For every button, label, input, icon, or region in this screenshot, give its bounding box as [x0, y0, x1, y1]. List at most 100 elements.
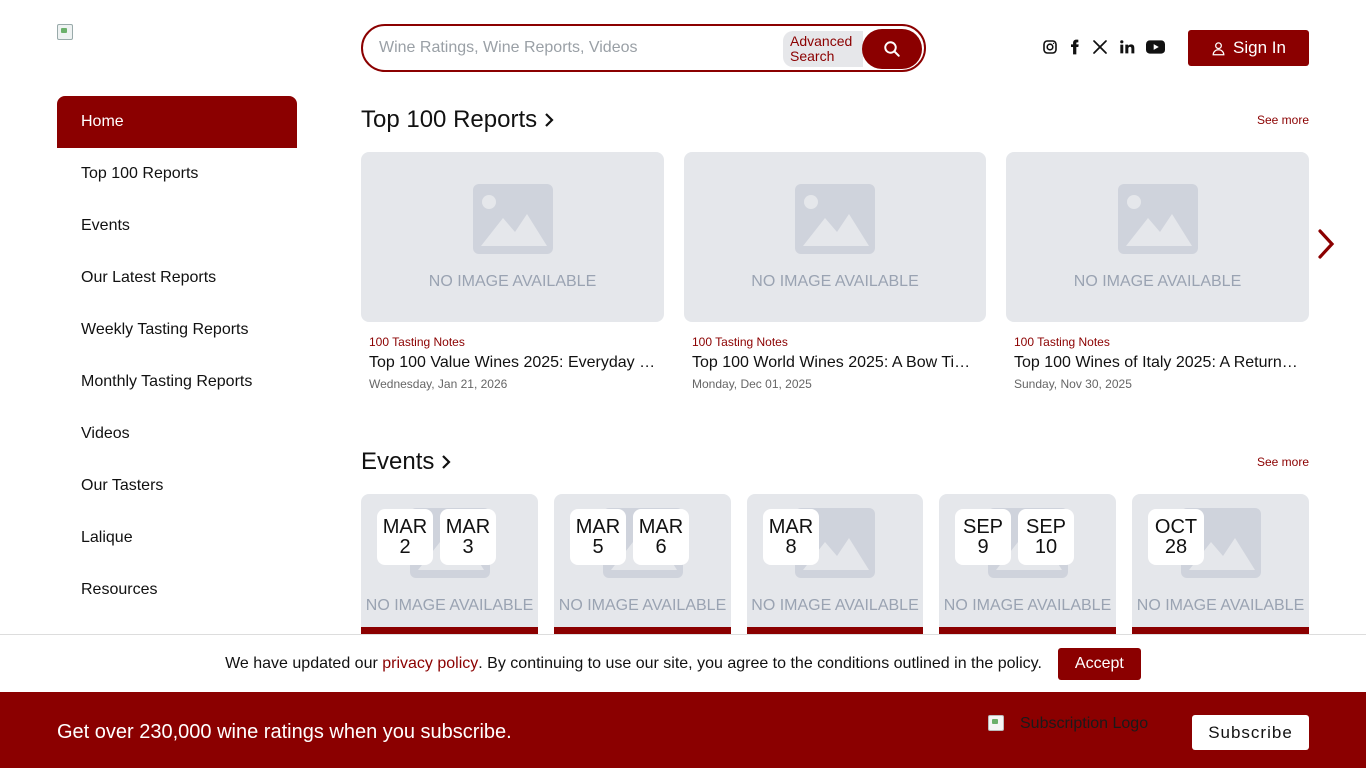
accept-cookies-button[interactable]: Accept — [1057, 647, 1141, 680]
date-month: MAR — [575, 516, 621, 538]
top-100-section-title[interactable]: Top 100 Reports — [361, 106, 555, 134]
date-day: 6 — [655, 536, 667, 558]
no-image-text: NO IMAGE AVAILABLE — [751, 273, 919, 290]
cookie-text-before: We have updated our — [225, 654, 383, 672]
cookie-text-after: . By continuing to use our site, you agr… — [478, 654, 1042, 672]
section-title-text: Events — [361, 448, 435, 475]
sidebar-item-label: Videos — [81, 425, 130, 442]
cookie-consent-bar: We have updated our privacy policy . By … — [0, 634, 1366, 692]
no-image-text: NO IMAGE AVAILABLE — [943, 597, 1112, 614]
date-day: 2 — [399, 536, 411, 558]
report-card[interactable]: NO IMAGE AVAILABLE 100 Tasting Notes Top… — [361, 152, 664, 391]
search-bar: Advanced Search — [361, 24, 926, 72]
sidebar-item-label: Our Latest Reports — [81, 269, 217, 286]
date-month: OCT — [1154, 516, 1198, 538]
image-placeholder-icon — [472, 184, 553, 254]
sidebar-item-weekly-tasting-reports[interactable]: Weekly Tasting Reports — [57, 304, 297, 356]
broken-image-icon — [57, 24, 73, 40]
event-card[interactable]: NO IMAGE AVAILABLE MAR 2 MAR 3 — [361, 494, 538, 639]
date-month: MAR — [638, 516, 684, 538]
broken-image-icon — [988, 715, 1004, 731]
sidebar-nav: Home Top 100 Reports Events Our Latest R… — [57, 96, 297, 616]
instagram-icon — [1043, 40, 1057, 54]
search-icon — [884, 41, 900, 57]
sidebar-item-latest-reports[interactable]: Our Latest Reports — [57, 252, 297, 304]
image-placeholder-icon — [795, 184, 875, 254]
date-month: SEP — [962, 516, 1004, 538]
sidebar-item-label: Our Tasters — [81, 477, 164, 494]
sidebar-item-resources[interactable]: Resources — [57, 564, 297, 616]
date-day: 9 — [977, 536, 989, 558]
no-image-text: NO IMAGE AVAILABLE — [1136, 597, 1305, 614]
sidebar-item-label: Monthly Tasting Reports — [81, 373, 253, 390]
subscribe-button[interactable]: Subscribe — [1192, 715, 1309, 750]
no-image-text: NO IMAGE AVAILABLE — [558, 597, 727, 614]
date-day: 5 — [592, 536, 604, 558]
carousel-next-button[interactable] — [1314, 228, 1338, 260]
site-logo[interactable] — [57, 24, 75, 42]
date-month: SEP — [1025, 516, 1067, 538]
date-day: 28 — [1164, 536, 1188, 558]
instagram-link[interactable] — [1041, 38, 1059, 56]
sidebar-item-label: Weekly Tasting Reports — [81, 321, 249, 338]
search-button[interactable] — [862, 29, 922, 69]
sign-in-button[interactable]: Sign In — [1188, 30, 1309, 66]
date-chip: MAR 2 — [377, 509, 433, 565]
image-placeholder: NO IMAGE AVAILABLE — [361, 152, 664, 322]
date-month: MAR — [382, 516, 428, 538]
date-month: MAR — [445, 516, 491, 538]
image-placeholder: NO IMAGE AVAILABLE — [684, 152, 986, 322]
date-chip: SEP 10 — [1018, 509, 1074, 565]
sidebar-item-our-tasters[interactable]: Our Tasters — [57, 460, 297, 512]
card-category: 100 Tasting Notes — [692, 335, 788, 349]
date-month: MAR — [768, 516, 814, 538]
event-card[interactable]: NO IMAGE AVAILABLE MAR 8 — [747, 494, 923, 639]
event-card[interactable]: NO IMAGE AVAILABLE MAR 5 MAR 6 — [554, 494, 731, 639]
sidebar-item-home[interactable]: Home — [57, 96, 297, 148]
chevron-right-icon — [1318, 229, 1335, 259]
sidebar-item-label: Lalique — [81, 529, 133, 546]
youtube-link[interactable] — [1145, 38, 1165, 56]
sidebar-item-label: Resources — [81, 581, 158, 598]
card-date: Monday, Dec 01, 2025 — [692, 377, 812, 391]
events-see-more-link[interactable]: See more — [1240, 455, 1309, 469]
subscription-logo-alt: Subscription Logo — [1020, 715, 1149, 732]
sidebar-item-lalique[interactable]: Lalique — [57, 512, 297, 564]
section-title-text: Top 100 Reports — [361, 106, 538, 133]
subscribe-message: Get over 230,000 wine ratings when you s… — [57, 721, 512, 743]
event-card[interactable]: NO IMAGE AVAILABLE SEP 9 SEP 10 — [939, 494, 1116, 639]
no-image-text: NO IMAGE AVAILABLE — [365, 597, 534, 614]
report-card[interactable]: NO IMAGE AVAILABLE 100 Tasting Notes Top… — [684, 152, 986, 391]
sidebar-item-top-100-reports[interactable]: Top 100 Reports — [57, 148, 297, 200]
card-title[interactable]: Top 100 Wines of Italy 2025: A Return to… — [1006, 354, 1309, 372]
sidebar-item-events[interactable]: Events — [57, 200, 297, 252]
top-100-see-more-link[interactable]: See more — [1240, 113, 1309, 127]
privacy-policy-link[interactable]: privacy policy — [382, 655, 478, 673]
report-card[interactable]: NO IMAGE AVAILABLE 100 Tasting Notes Top… — [1006, 152, 1309, 391]
date-chip: MAR 5 — [570, 509, 626, 565]
user-icon — [1212, 41, 1225, 55]
youtube-icon — [1145, 40, 1165, 54]
card-title[interactable]: Top 100 World Wines 2025: A Bow Tie on a… — [684, 354, 986, 372]
date-chip: MAR 6 — [633, 509, 689, 565]
event-card[interactable]: NO IMAGE AVAILABLE OCT 28 — [1132, 494, 1309, 639]
x-icon — [1093, 40, 1107, 54]
advanced-search-button[interactable]: Advanced Search — [783, 31, 863, 67]
linkedin-link[interactable] — [1118, 38, 1136, 56]
card-title[interactable]: Top 100 Value Wines 2025: Everyday Excel… — [361, 354, 664, 372]
no-image-text: NO IMAGE AVAILABLE — [428, 273, 597, 290]
search-input[interactable] — [379, 35, 779, 61]
chevron-right-icon — [442, 455, 451, 469]
events-section-title[interactable]: Events — [361, 448, 452, 476]
sidebar-item-label: Home — [81, 113, 124, 130]
card-date: Wednesday, Jan 21, 2026 — [369, 377, 508, 391]
date-day: 10 — [1034, 536, 1058, 558]
sidebar-item-label: Events — [81, 217, 130, 234]
x-link[interactable] — [1091, 38, 1109, 56]
facebook-link[interactable] — [1066, 38, 1084, 56]
date-day: 8 — [785, 536, 797, 558]
sidebar-item-monthly-tasting-reports[interactable]: Monthly Tasting Reports — [57, 356, 297, 408]
no-image-text: NO IMAGE AVAILABLE — [1073, 273, 1242, 290]
sidebar-item-videos[interactable]: Videos — [57, 408, 297, 460]
advanced-search-label-1: Advanced — [790, 33, 853, 49]
